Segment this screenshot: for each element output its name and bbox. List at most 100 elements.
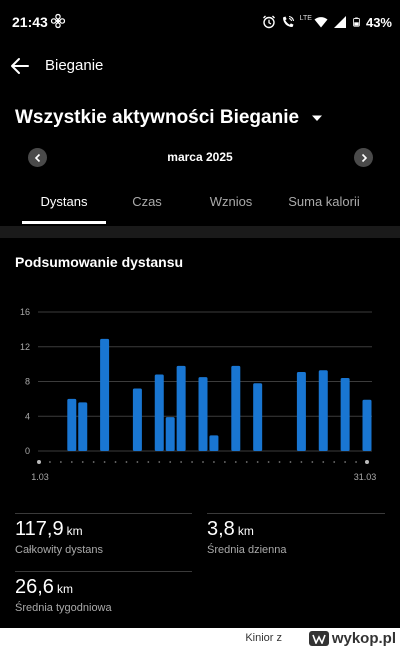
tab-calories[interactable]: Suma kalorii [274,186,374,226]
stat-label: Średnia dzienna [207,544,287,556]
x-axis-dot [191,461,193,463]
next-month-button[interactable] [354,148,373,167]
stat-divider [15,513,192,514]
bar [209,435,219,451]
stat-daily-average: 3,8 km Średnia dzienna [207,518,287,556]
bar [67,398,77,451]
status-icons: LTE 43% [262,13,392,31]
stat-value: 117,9 [15,518,64,540]
x-axis-dot [278,461,281,463]
y-tick-label: 16 [20,307,30,317]
wifi-call-icon [282,15,294,27]
y-tick-label: 4 [25,411,30,421]
bar [165,417,175,451]
app-title: Bieganie [45,57,104,74]
x-axis-dot [256,461,259,463]
arrow-left-icon[interactable] [8,54,32,78]
bar [100,338,110,451]
bar [176,365,186,451]
x-axis-dot [289,461,292,463]
x-axis-dot [365,460,369,464]
x-axis-dot [70,461,73,463]
status-time: 21:43 [12,14,48,30]
x-axis-dot [223,461,226,463]
wifi-icon [314,17,328,28]
x-axis-dot [92,461,95,463]
x-axis-dot [267,461,270,463]
stat-unit: km [237,524,254,538]
bar [78,402,88,451]
x-axis-dot [81,461,84,463]
activity-filter-dropdown[interactable]: Wszystkie aktywności Bieganie [15,105,323,131]
x-axis-dot [147,461,150,463]
x-axis-dot [311,461,314,463]
x-axis-dot [213,461,215,463]
tab-time[interactable]: Czas [106,186,188,226]
x-axis-dot [355,461,357,463]
x-axis-dot [158,461,161,463]
tab-elevation[interactable]: Wznios [188,186,274,226]
chevron-right-icon [361,153,367,162]
fan-icon [50,13,66,29]
section-separator [0,226,400,238]
x-axis-dot [37,460,41,464]
stat-weekly-average: 26,6 km Średnia tygodniowa [15,576,112,614]
stat-unit: km [66,524,83,538]
tab-distance[interactable]: Dystans [22,186,106,226]
x-axis-dot [59,461,62,463]
x-axis-dot [125,461,128,463]
bar [231,365,241,451]
x-axis-dot [344,461,347,463]
x-axis-dot [114,461,117,463]
y-tick-label: 12 [20,342,30,352]
month-navigation: marca 2025 [0,146,400,170]
footer-bar: Kinior z wykop.pl [0,628,400,649]
bar [318,370,328,451]
status-network: LTE [299,14,312,22]
x-axis-dot [234,461,237,463]
bar [253,383,263,451]
battery-icon [353,17,360,27]
x-axis-dot [333,461,336,463]
battery-level: 43% [365,14,392,30]
x-tick-label-start: 1.03 [31,472,49,482]
x-axis-dot [103,461,106,463]
wykop-logo: wykop.pl [308,630,396,647]
stat-label: Średnia tygodniowa [15,602,112,614]
stat-value: 26,6 [15,576,54,598]
app-bar: Bieganie [0,44,400,88]
stat-total-distance: 117,9 km Całkowity dystans [15,518,103,556]
wykop-badge-icon [308,631,329,646]
bar [340,378,350,451]
stat-unit: km [56,582,73,596]
metric-tabs: Dystans Czas Wznios Suma kalorii [0,186,400,226]
x-axis-dot [202,461,204,463]
x-tick-label-end: 31.03 [354,472,377,482]
summary-title: Podsumowanie dystansu [15,254,184,270]
stat-divider [207,513,385,514]
x-axis-dot [300,461,303,463]
bar [362,399,372,451]
y-tick-label: 8 [25,377,30,387]
stat-value: 3,8 [207,518,235,540]
distance-chart: 16 12 8 4 0 1.03 31.03 [20,307,377,482]
bar [132,388,142,451]
activity-filter-label: Wszystkie aktywności Bieganie [15,107,300,128]
x-axis-dot [49,461,51,463]
x-axis-dot [169,461,172,463]
wykop-brand: wykop.pl [331,630,396,647]
x-axis-dot [322,461,325,463]
alarm-icon [262,15,275,29]
bar [154,374,164,451]
signal-icon [333,16,346,28]
x-axis-dot [136,461,139,463]
x-axis-dot [245,461,248,463]
y-tick-label: 0 [25,446,30,456]
x-axis-dot [180,461,183,463]
bar [198,377,208,451]
stat-label: Całkowity dystans [15,544,104,556]
stat-divider [15,571,192,572]
status-bar: 21:43 LTE 43% [0,0,400,44]
bar [296,371,306,451]
footer-user: Kinior z [245,632,282,644]
